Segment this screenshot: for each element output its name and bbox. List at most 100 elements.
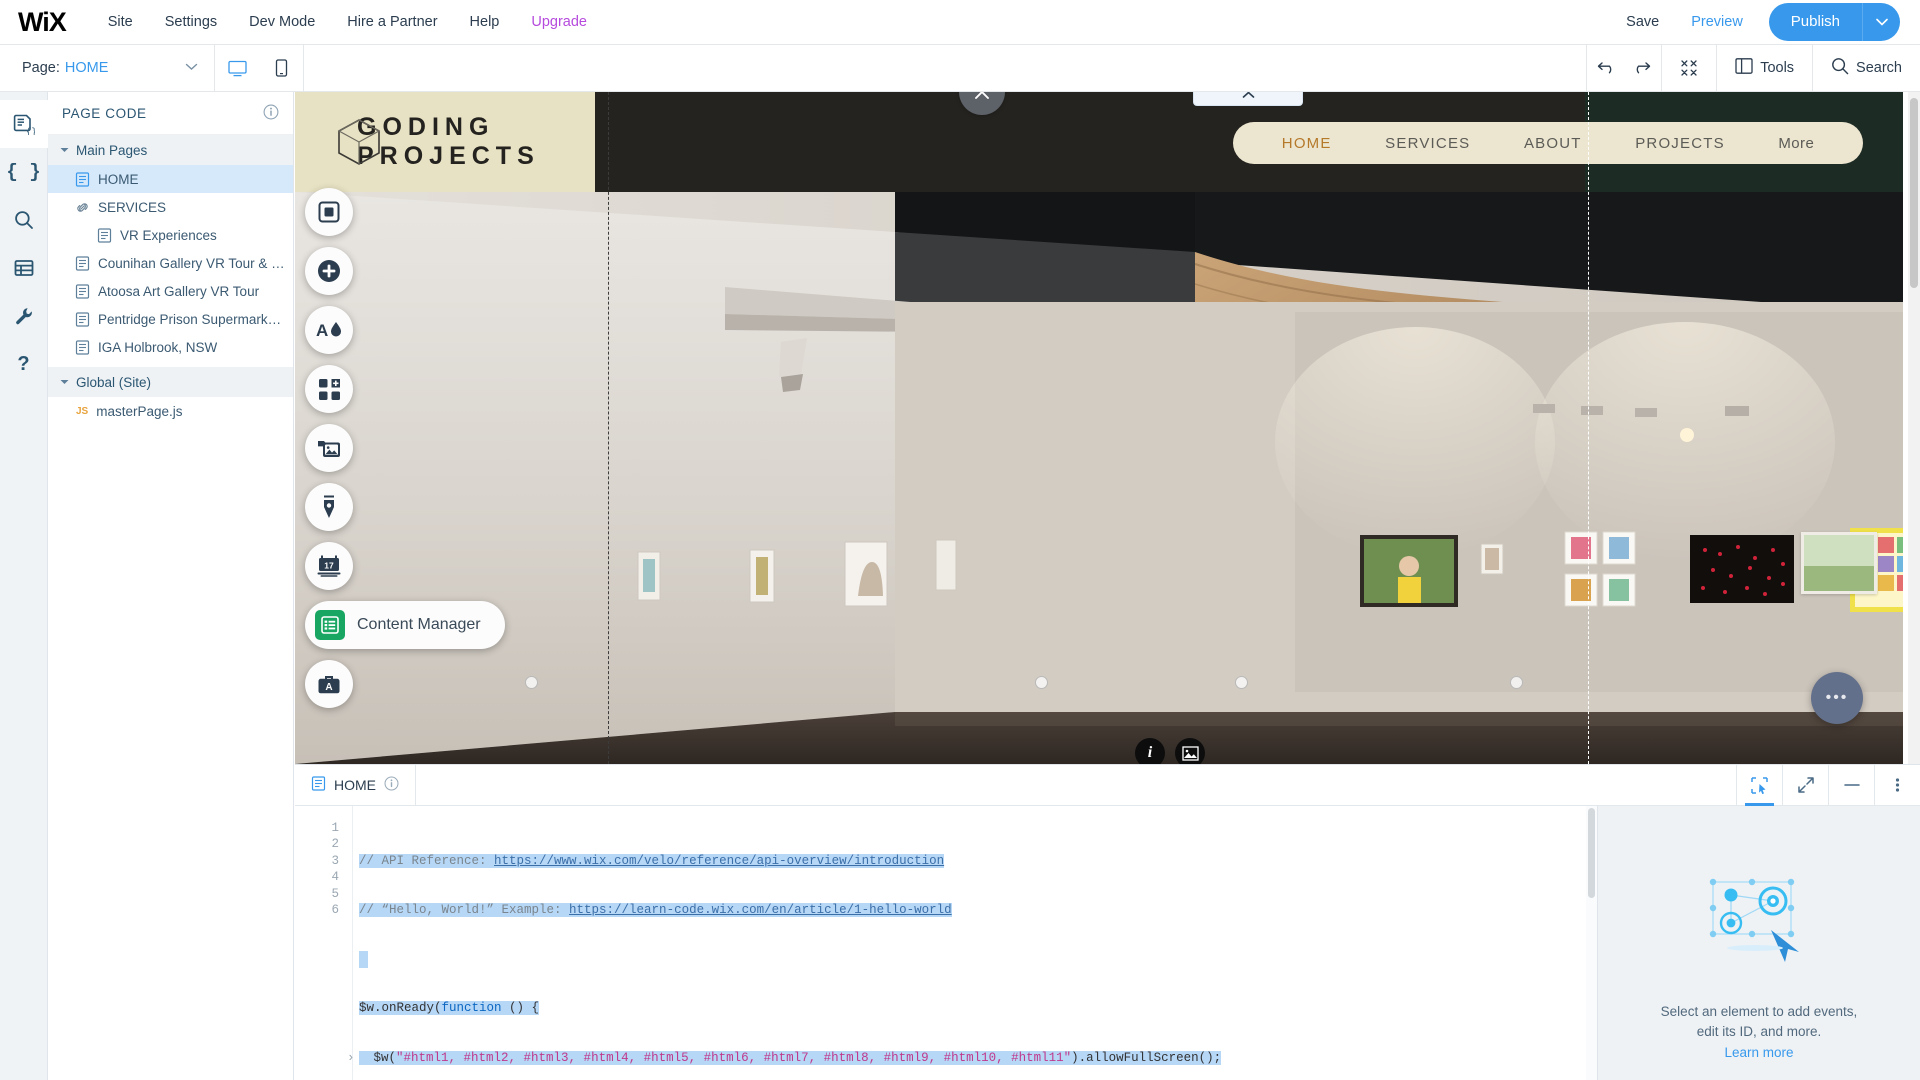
chat-bubble-icon[interactable]: ••• bbox=[1811, 672, 1863, 724]
site-canvas[interactable]: GODING PROJECTS HOME SERVICES ABOUT PROJ… bbox=[295, 92, 1920, 764]
properties-panel-icon[interactable] bbox=[1736, 764, 1782, 806]
tree-item-iga-holbrook[interactable]: IGA Holbrook, NSW bbox=[48, 333, 293, 361]
tree-item-home[interactable]: HOME bbox=[48, 165, 293, 193]
tree-item-atoosa-art-gallery[interactable]: Atoosa Art Gallery VR Tour bbox=[48, 277, 293, 305]
page-icon bbox=[74, 171, 90, 187]
code-comment: // API Reference: bbox=[359, 853, 495, 868]
site-nav-menu[interactable]: HOME SERVICES ABOUT PROJECTS More bbox=[1233, 122, 1863, 164]
add-section-icon[interactable] bbox=[305, 188, 353, 236]
image-overlay-icon[interactable] bbox=[1175, 738, 1205, 764]
expand-icon[interactable] bbox=[1782, 764, 1828, 806]
properties-panel: Select an element to add events, edit it… bbox=[1597, 806, 1920, 1080]
tools-button[interactable]: Tools bbox=[1716, 44, 1812, 92]
top-bar: WiX Site Settings Dev Mode Hire a Partne… bbox=[0, 0, 1920, 45]
publish-button[interactable]: Publish bbox=[1769, 3, 1862, 41]
canvas-scrollbar-thumb[interactable] bbox=[1910, 98, 1918, 288]
rail-database-icon[interactable] bbox=[0, 244, 48, 292]
page-code-panel: PAGE CODE Main Pages HOME SERVICES VR Ex… bbox=[48, 92, 294, 1080]
line-number: 1 bbox=[331, 821, 339, 835]
info-overlay-icon[interactable]: i bbox=[1135, 738, 1165, 764]
learn-more-link[interactable]: Learn more bbox=[1724, 1045, 1793, 1060]
redo-icon[interactable] bbox=[1630, 57, 1651, 79]
code-content[interactable]: // API Reference: https://www.wix.com/ve… bbox=[347, 806, 1597, 1080]
editor-tab-label: HOME bbox=[334, 777, 376, 793]
wix-logo[interactable]: WiX bbox=[18, 7, 67, 38]
top-menu-upgrade[interactable]: Upgrade bbox=[515, 0, 603, 45]
resize-handle[interactable] bbox=[525, 676, 538, 689]
publish-group: Publish bbox=[1768, 3, 1900, 41]
rail-code-braces-icon[interactable]: { } bbox=[0, 148, 48, 196]
code-line-4: $w.onReady(function () { bbox=[359, 1000, 1597, 1016]
tree-group-main-pages[interactable]: Main Pages bbox=[48, 135, 293, 165]
tree-item-services[interactable]: SERVICES bbox=[48, 193, 293, 221]
ascend-briefcase-icon[interactable]: A bbox=[305, 660, 353, 708]
code-link[interactable]: https://www.wix.com/velo/reference/api-o… bbox=[494, 853, 945, 868]
bookings-icon[interactable]: 17 bbox=[305, 542, 353, 590]
top-menu-dev-mode[interactable]: Dev Mode bbox=[233, 0, 331, 45]
search-icon bbox=[1831, 57, 1849, 79]
site-nav-projects[interactable]: PROJECTS bbox=[1635, 135, 1725, 152]
collapse-toolbar-tab[interactable] bbox=[1193, 92, 1303, 106]
rail-search-icon[interactable] bbox=[0, 196, 48, 244]
info-icon[interactable] bbox=[384, 776, 399, 794]
left-icon-rail: {} { } ? bbox=[0, 92, 48, 1080]
content-manager-button[interactable]: Content Manager bbox=[305, 601, 505, 649]
resize-handle[interactable] bbox=[1235, 676, 1248, 689]
code-link[interactable]: https://learn-code.wix.com/en/article/1-… bbox=[569, 903, 952, 918]
site-nav-more[interactable]: More bbox=[1778, 135, 1814, 152]
guide-line-left bbox=[608, 92, 609, 764]
search-button-label: Search bbox=[1856, 60, 1902, 76]
add-apps-icon[interactable] bbox=[305, 365, 353, 413]
top-menu-settings[interactable]: Settings bbox=[149, 0, 233, 45]
desktop-view-icon[interactable] bbox=[215, 60, 259, 77]
tools-button-label: Tools bbox=[1760, 60, 1795, 76]
code-fold-arrow-icon[interactable]: › bbox=[347, 1051, 355, 1065]
site-nav-home[interactable]: HOME bbox=[1282, 135, 1332, 152]
resize-handle[interactable] bbox=[1510, 676, 1523, 689]
preview-button[interactable]: Preview bbox=[1675, 14, 1759, 30]
tree-item-counihan-gallery[interactable]: Counihan Gallery VR Tour & D… bbox=[48, 249, 293, 277]
publish-chevron-down-icon[interactable] bbox=[1862, 3, 1900, 41]
more-options-icon[interactable] bbox=[1874, 764, 1920, 806]
text-theme-icon[interactable]: A bbox=[305, 306, 353, 354]
site-nav-services[interactable]: SERVICES bbox=[1385, 135, 1470, 152]
editor-tab-home[interactable]: HOME bbox=[295, 764, 416, 806]
top-menu-help[interactable]: Help bbox=[454, 0, 516, 45]
site-logo-block[interactable]: GODING PROJECTS bbox=[295, 92, 595, 192]
content-manager-icon bbox=[315, 610, 345, 640]
chevron-down-icon bbox=[185, 62, 198, 74]
search-button[interactable]: Search bbox=[1812, 44, 1920, 92]
site-preview-frame: GODING PROJECTS HOME SERVICES ABOUT PROJ… bbox=[295, 92, 1903, 764]
link-icon bbox=[74, 199, 90, 215]
rail-help-question-icon[interactable]: ? bbox=[0, 340, 48, 388]
page-selector[interactable]: Page: HOME bbox=[0, 44, 215, 92]
secondary-toolbar-actions: Tools Search bbox=[1586, 44, 1920, 92]
zoom-out-button[interactable] bbox=[1661, 44, 1716, 92]
rail-page-code-icon[interactable]: {} bbox=[0, 100, 48, 148]
tree-item-vr-experiences[interactable]: VR Experiences bbox=[48, 221, 293, 249]
minimize-icon[interactable] bbox=[1828, 764, 1874, 806]
save-button[interactable]: Save bbox=[1610, 14, 1675, 30]
page-selector-label: Page: bbox=[22, 60, 60, 76]
rail-tools-wrench-icon[interactable] bbox=[0, 292, 48, 340]
top-menu-site[interactable]: Site bbox=[92, 0, 149, 45]
canvas-scrollbar[interactable] bbox=[1908, 92, 1920, 764]
site-nav-about[interactable]: ABOUT bbox=[1524, 135, 1582, 152]
blog-pen-icon[interactable] bbox=[305, 483, 353, 531]
top-menu-hire-a-partner[interactable]: Hire a Partner bbox=[331, 0, 453, 45]
code-area[interactable]: 1 2 3 4 5 6 // API Reference: https://ww… bbox=[295, 806, 1597, 1080]
code-editor-body: 1 2 3 4 5 6 // API Reference: https://ww… bbox=[295, 806, 1920, 1080]
page-icon bbox=[74, 339, 90, 355]
tree-item-pentridge-prison[interactable]: Pentridge Prison Supermarket… bbox=[48, 305, 293, 333]
info-icon[interactable] bbox=[263, 104, 279, 123]
resize-handle[interactable] bbox=[1035, 676, 1048, 689]
code-scrollbar-thumb[interactable] bbox=[1588, 808, 1595, 898]
add-element-icon[interactable] bbox=[305, 247, 353, 295]
undo-icon[interactable] bbox=[1597, 57, 1618, 79]
code-scrollbar[interactable] bbox=[1586, 806, 1597, 1080]
site-header: GODING PROJECTS HOME SERVICES ABOUT PROJ… bbox=[295, 92, 1903, 192]
media-manager-icon[interactable] bbox=[305, 424, 353, 472]
tree-group-global-site[interactable]: Global (Site) bbox=[48, 367, 293, 397]
mobile-view-icon[interactable] bbox=[259, 59, 303, 77]
tree-item-masterpage-js[interactable]: JS masterPage.js bbox=[48, 397, 293, 425]
